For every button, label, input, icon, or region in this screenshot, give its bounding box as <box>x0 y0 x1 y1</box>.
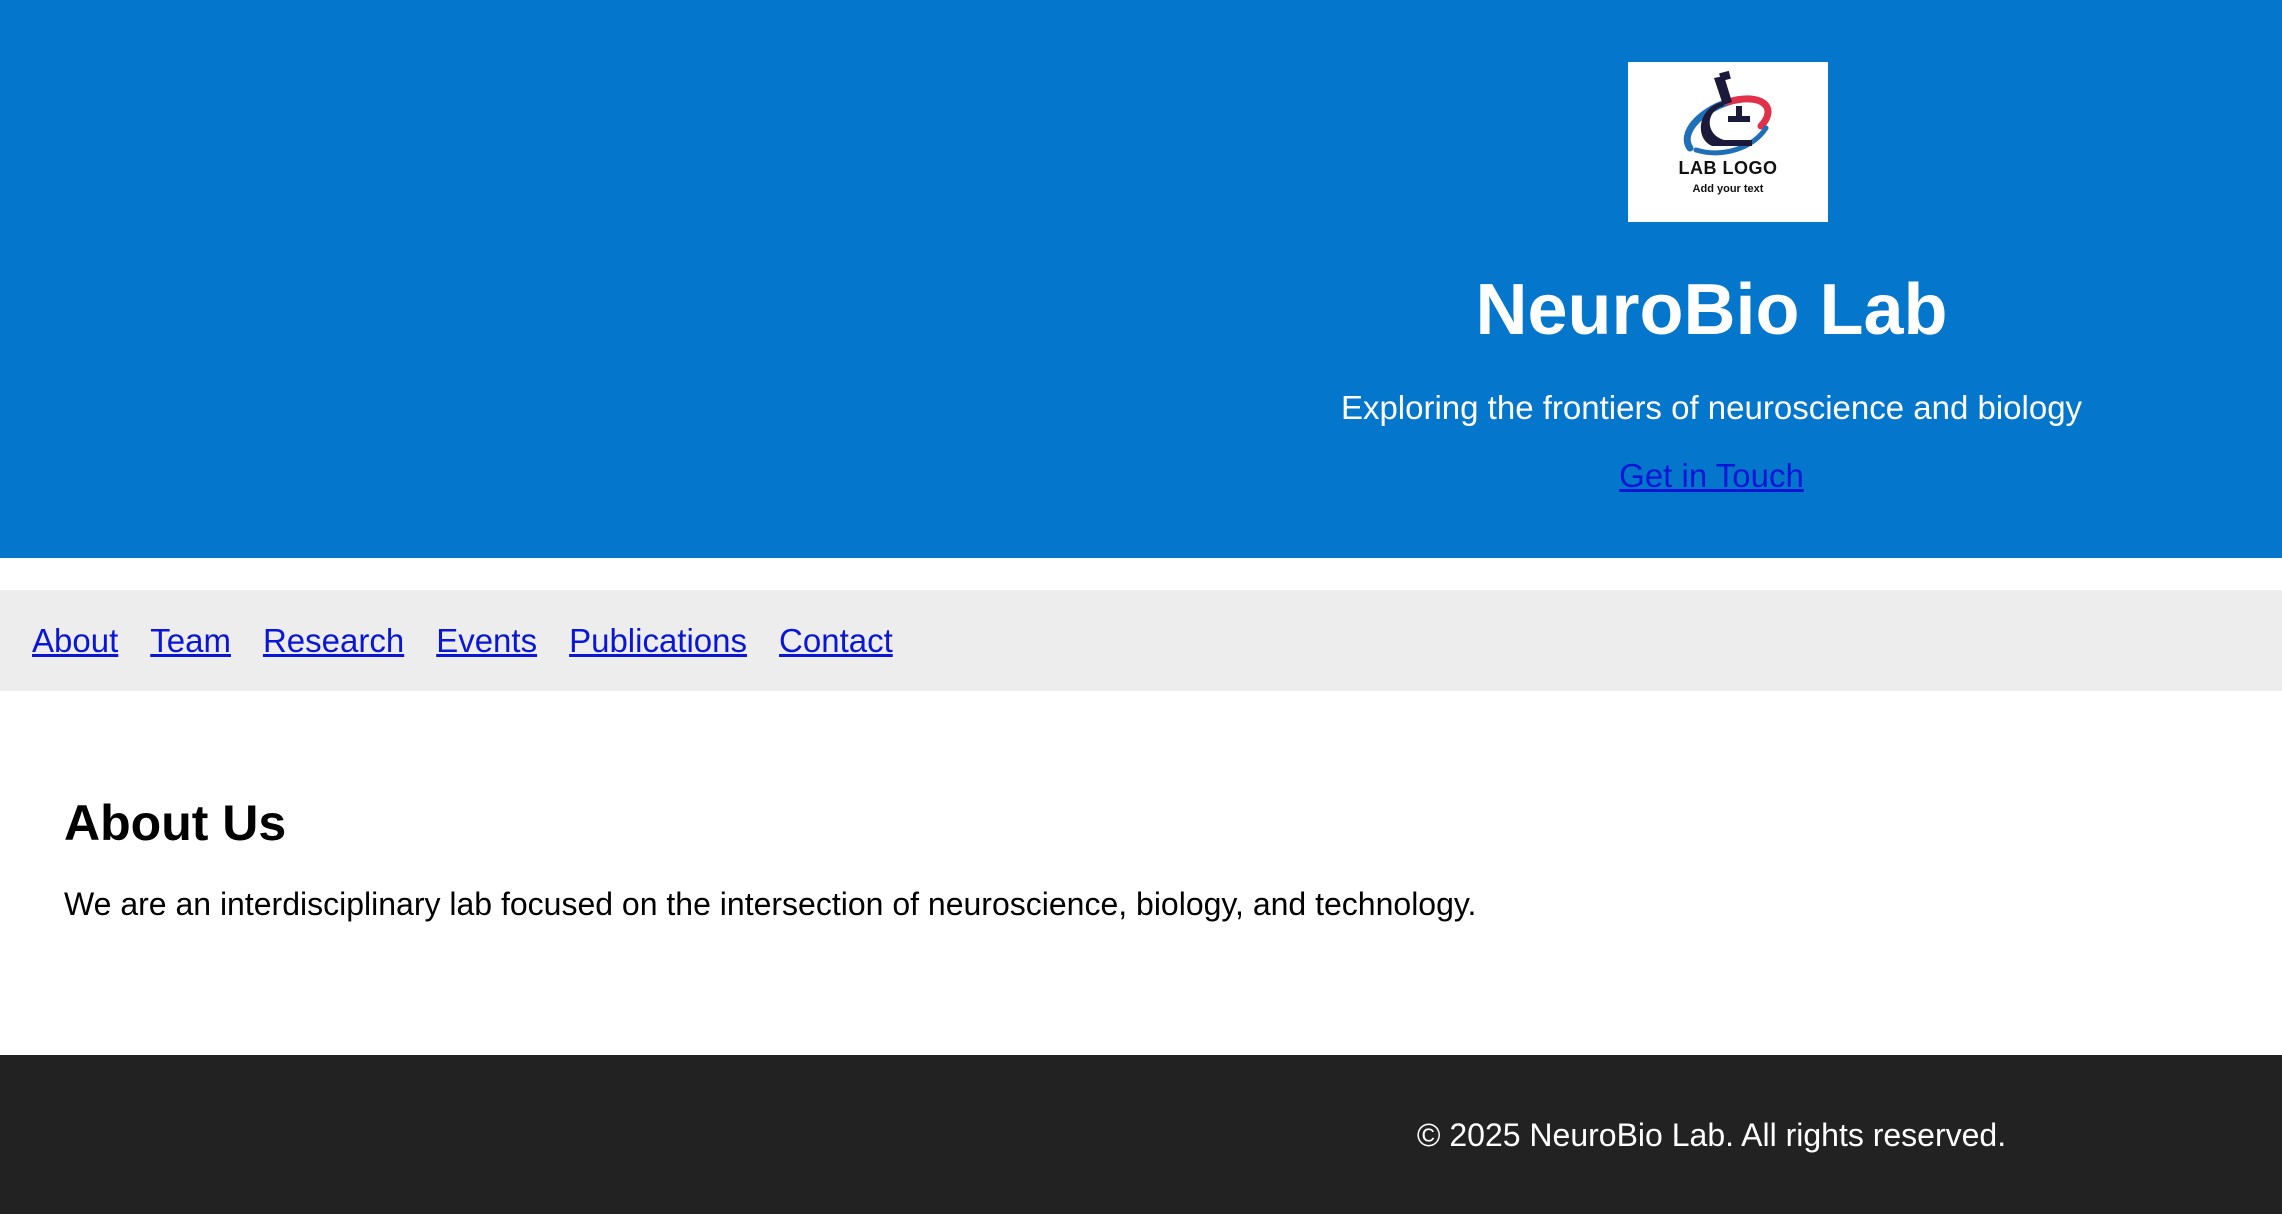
nav-item-contact: Contact <box>779 619 893 663</box>
nav-link-about[interactable]: About <box>32 622 118 659</box>
site-title: NeuroBio Lab <box>1475 270 1948 350</box>
about-description: We are an interdisciplinary lab focused … <box>64 886 1477 922</box>
copyright-text: © 2025 NeuroBio Lab. All rights reserved… <box>1416 1117 2007 1153</box>
about-section: About Us We are an interdisciplinary lab… <box>64 790 2164 926</box>
main-nav: About Team Research Events Publications … <box>0 590 2282 691</box>
site-tagline: Exploring the frontiers of neuroscience … <box>1340 389 2083 426</box>
nav-item-research: Research <box>263 619 404 663</box>
nav-link-events[interactable]: Events <box>436 622 537 659</box>
nav-item-events: Events <box>436 619 537 663</box>
nav-link-research[interactable]: Research <box>263 622 404 659</box>
nav-item-about: About <box>32 619 118 663</box>
get-in-touch-link[interactable]: Get in Touch <box>1141 454 2282 498</box>
about-heading: About Us <box>64 795 287 851</box>
nav-link-team[interactable]: Team <box>150 622 231 659</box>
hero-banner: LAB LOGO Add your text NeuroBio Lab Expl… <box>0 0 2282 558</box>
site-footer: © 2025 NeuroBio Lab. All rights reserved… <box>0 1055 2282 1214</box>
hero-content: LAB LOGO Add your text NeuroBio Lab Expl… <box>1141 0 2282 558</box>
nav-item-team: Team <box>150 619 231 663</box>
page: LAB LOGO Add your text NeuroBio Lab Expl… <box>0 0 2282 1214</box>
logo-sub-text: Add your text <box>1692 183 1764 195</box>
microscope-icon <box>1683 70 1772 156</box>
nav-link-contact[interactable]: Contact <box>779 622 893 659</box>
lab-logo: LAB LOGO Add your text <box>1628 62 1828 222</box>
nav-list: About Team Research Events Publications … <box>0 590 2282 691</box>
logo-main-text: LAB LOGO <box>1678 158 1778 178</box>
nav-link-publications[interactable]: Publications <box>569 622 747 659</box>
nav-item-publications: Publications <box>569 619 747 663</box>
